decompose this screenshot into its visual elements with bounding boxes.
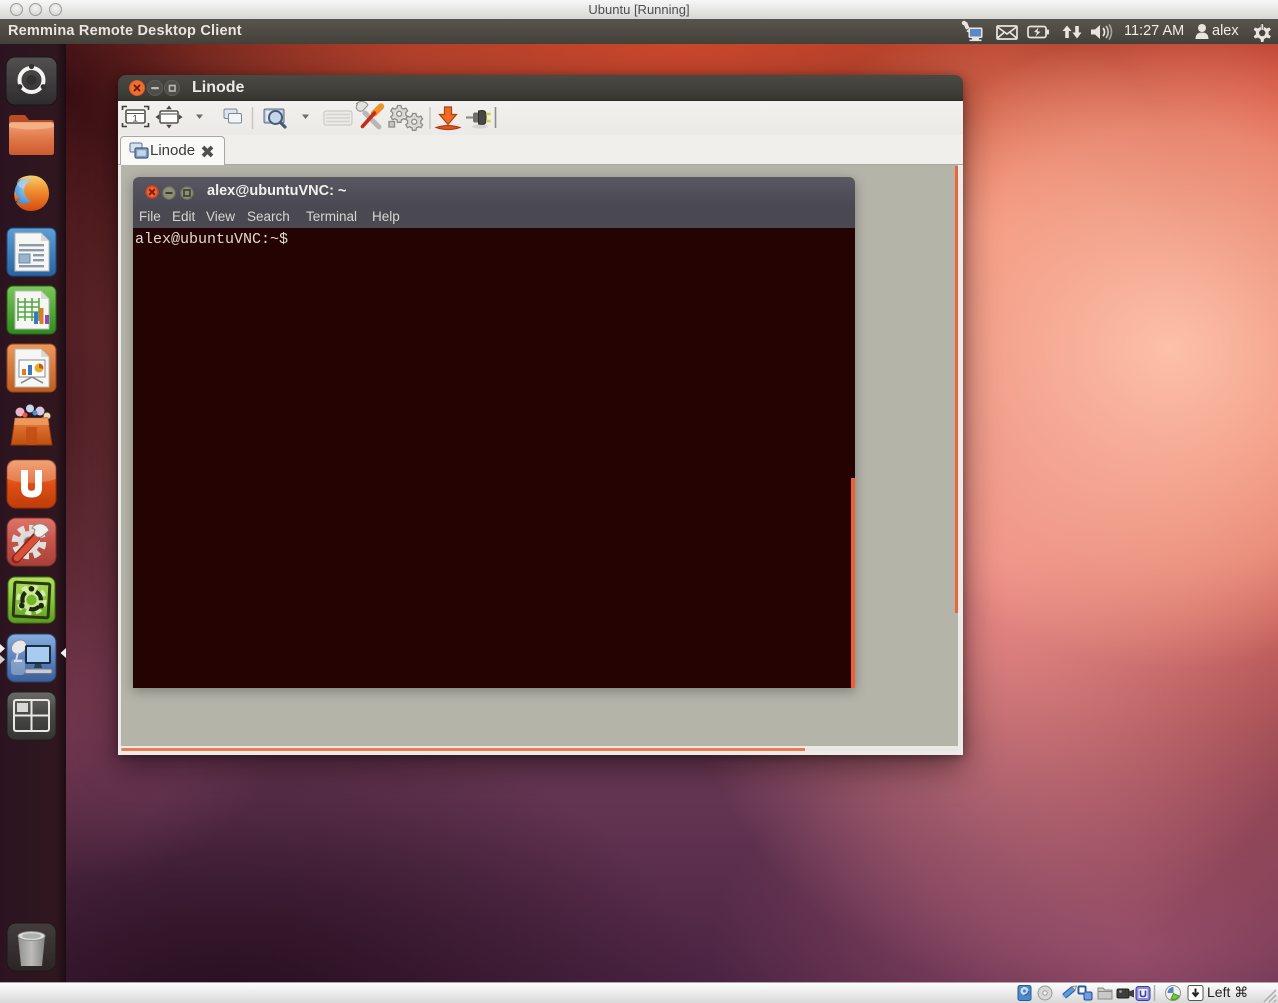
svg-text:1: 1 [133,114,138,125]
